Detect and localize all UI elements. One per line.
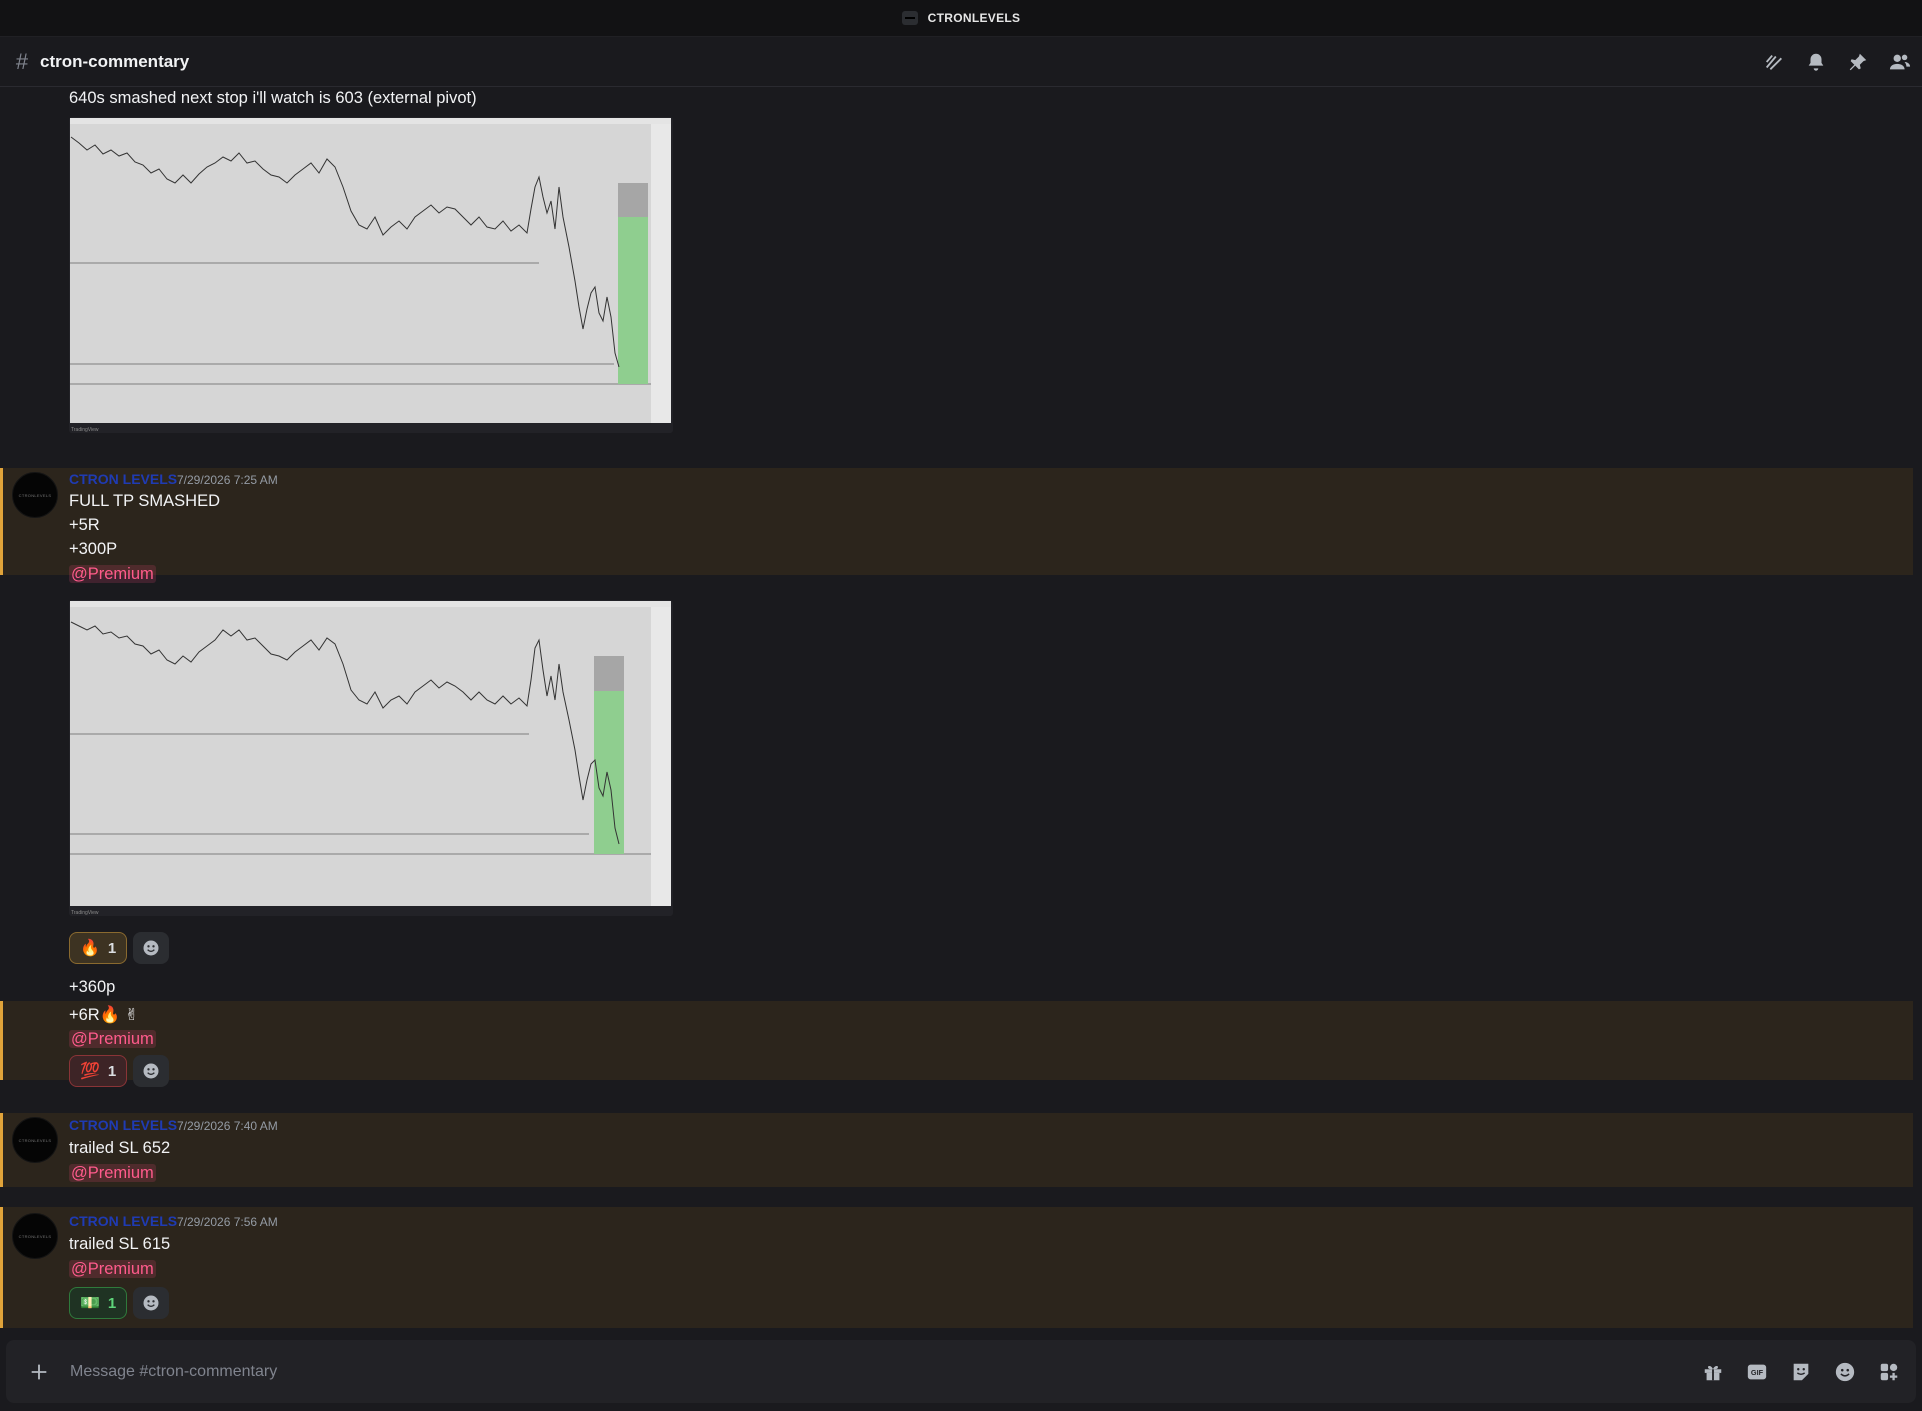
author-name[interactable]: CTRON LEVELS [69, 1117, 177, 1133]
emoji-icon[interactable] [1832, 1359, 1858, 1385]
members-icon[interactable] [1888, 50, 1912, 74]
message-text: 640s smashed next stop i'll watch is 603… [69, 89, 477, 107]
message-line: +300P [69, 540, 118, 558]
reaction-fire[interactable]: 🔥 1 [69, 932, 128, 964]
role-mention[interactable]: @Premium [69, 1260, 156, 1278]
gift-icon[interactable] [1700, 1359, 1726, 1385]
reaction-count: 1 [107, 1062, 117, 1080]
reaction-count: 1 [107, 939, 117, 957]
channel-name: ctron-commentary [40, 51, 190, 71]
message-line: +5R [69, 516, 100, 534]
chart-screenshot-1[interactable]: TradingView [69, 117, 673, 433]
apps-icon[interactable] [1876, 1359, 1902, 1385]
message-timestamp: 7/29/2026 7:25 AM [177, 473, 278, 487]
author-name[interactable]: CTRON LEVELS [69, 1213, 177, 1229]
tradingview-watermark: TradingView [71, 910, 99, 916]
hundred-emoji-icon: 💯 [80, 1063, 100, 1080]
reaction-money[interactable]: 💵 1 [69, 1287, 128, 1319]
message-timestamp: 7/29/2026 7:56 AM [177, 1215, 278, 1229]
reaction-bar: 💵 1 [69, 1287, 170, 1319]
message-line: trailed SL 615 [69, 1235, 171, 1253]
app-logo-icon [901, 11, 918, 25]
message-line: FULL TP SMASHED [69, 492, 220, 510]
window-title: CTRONLEVELS [927, 11, 1021, 25]
composer-tools: GIF [1700, 1340, 1902, 1403]
header-actions [1762, 37, 1912, 86]
fire-emoji-icon: 🔥 [80, 940, 100, 957]
text-channel-icon: # [15, 48, 29, 74]
message-composer: GIF [6, 1340, 1916, 1403]
message-line: trailed SL 652 [69, 1139, 171, 1157]
avatar[interactable]: CTRONLEVELS [12, 1117, 58, 1163]
pin-icon[interactable] [1846, 50, 1870, 74]
reaction-bar: 🔥 1 [69, 932, 170, 964]
role-mention[interactable]: @Premium [69, 1164, 156, 1182]
reaction-bar: 💯 1 [69, 1055, 170, 1087]
bell-icon[interactable] [1804, 50, 1828, 74]
tradingview-watermark: TradingView [71, 427, 99, 433]
avatar[interactable]: CTRONLEVELS [12, 472, 58, 518]
avatar[interactable]: CTRONLEVELS [12, 1213, 58, 1259]
mention-highlight [0, 1001, 1913, 1080]
threads-icon[interactable] [1762, 50, 1786, 74]
author-name[interactable]: CTRON LEVELS [69, 471, 177, 487]
message-timestamp: 7/29/2026 7:40 AM [177, 1119, 278, 1133]
add-reaction-button[interactable] [133, 1055, 170, 1087]
reaction-hundred[interactable]: 💯 1 [69, 1055, 128, 1087]
message-input[interactable] [68, 1361, 1372, 1382]
gif-icon[interactable]: GIF [1744, 1359, 1770, 1385]
message-list: 640s smashed next stop i'll watch is 603… [0, 87, 1922, 1328]
message-line: +6R🔥 ✌ [69, 1006, 139, 1024]
attach-plus-icon[interactable] [22, 1355, 56, 1389]
mention-highlight [0, 1113, 1913, 1187]
chart-screenshot-2[interactable]: TradingView [69, 600, 673, 916]
add-reaction-button[interactable] [133, 932, 170, 964]
mention-highlight [0, 1207, 1913, 1328]
role-mention[interactable]: @Premium [69, 1030, 156, 1048]
sticker-icon[interactable] [1788, 1359, 1814, 1385]
reaction-count: 1 [107, 1294, 117, 1312]
channel-header: # ctron-commentary [0, 37, 1922, 87]
message-line: +360p [69, 978, 116, 996]
window-titlebar: CTRONLEVELS [0, 0, 1922, 37]
mention-highlight [0, 468, 1913, 575]
add-reaction-button[interactable] [133, 1287, 170, 1319]
money-emoji-icon: 💵 [80, 1295, 100, 1312]
svg-text:GIF: GIF [1751, 1368, 1764, 1377]
role-mention[interactable]: @Premium [69, 565, 156, 583]
